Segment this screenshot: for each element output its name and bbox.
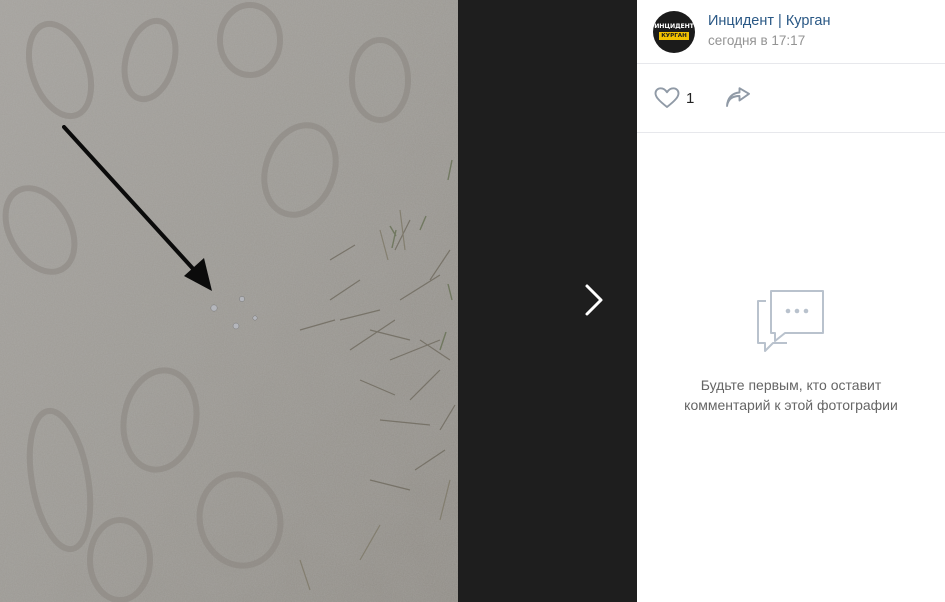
photo-area [0,0,637,602]
empty-comments-text: Будьте первым, кто оставит комментарий к… [661,375,921,415]
empty-comments-line1: Будьте первым, кто оставит [700,377,882,393]
photo-viewer: ИНЦИДЕНТ КУРГАН Инцидент | Курган сегодн… [0,0,945,602]
post-header: ИНЦИДЕНТ КУРГАН Инцидент | Курган сегодн… [637,0,945,64]
empty-comments-line2: комментарий к этой фотографии [684,397,898,413]
sand-photo [0,0,458,602]
comments-icon [757,290,824,352]
avatar[interactable]: ИНЦИДЕНТ КУРГАН [653,10,695,53]
share-button[interactable] [724,87,752,109]
share-icon [726,87,751,107]
post-timestamp[interactable]: сегодня в 17:17 [708,31,830,51]
photo[interactable] [0,0,458,602]
post-sidebar: ИНЦИДЕНТ КУРГАН Инцидент | Курган сегодн… [637,0,945,602]
like-count: 1 [686,89,695,107]
empty-comments: Будьте первым, кто оставит комментарий к… [637,287,945,415]
heart-icon [654,87,680,108]
post-actions: 1 [637,64,945,133]
chevron-right-icon [585,284,603,316]
avatar-logo-top: ИНЦИДЕНТ [654,22,694,30]
avatar-logo-bottom: КУРГАН [659,31,689,40]
group-name-link[interactable]: Инцидент | Курган [708,12,830,30]
next-photo-button[interactable] [572,270,616,330]
post-header-text: Инцидент | Курган сегодня в 17:17 [708,12,830,51]
like-button[interactable]: 1 [654,87,694,109]
